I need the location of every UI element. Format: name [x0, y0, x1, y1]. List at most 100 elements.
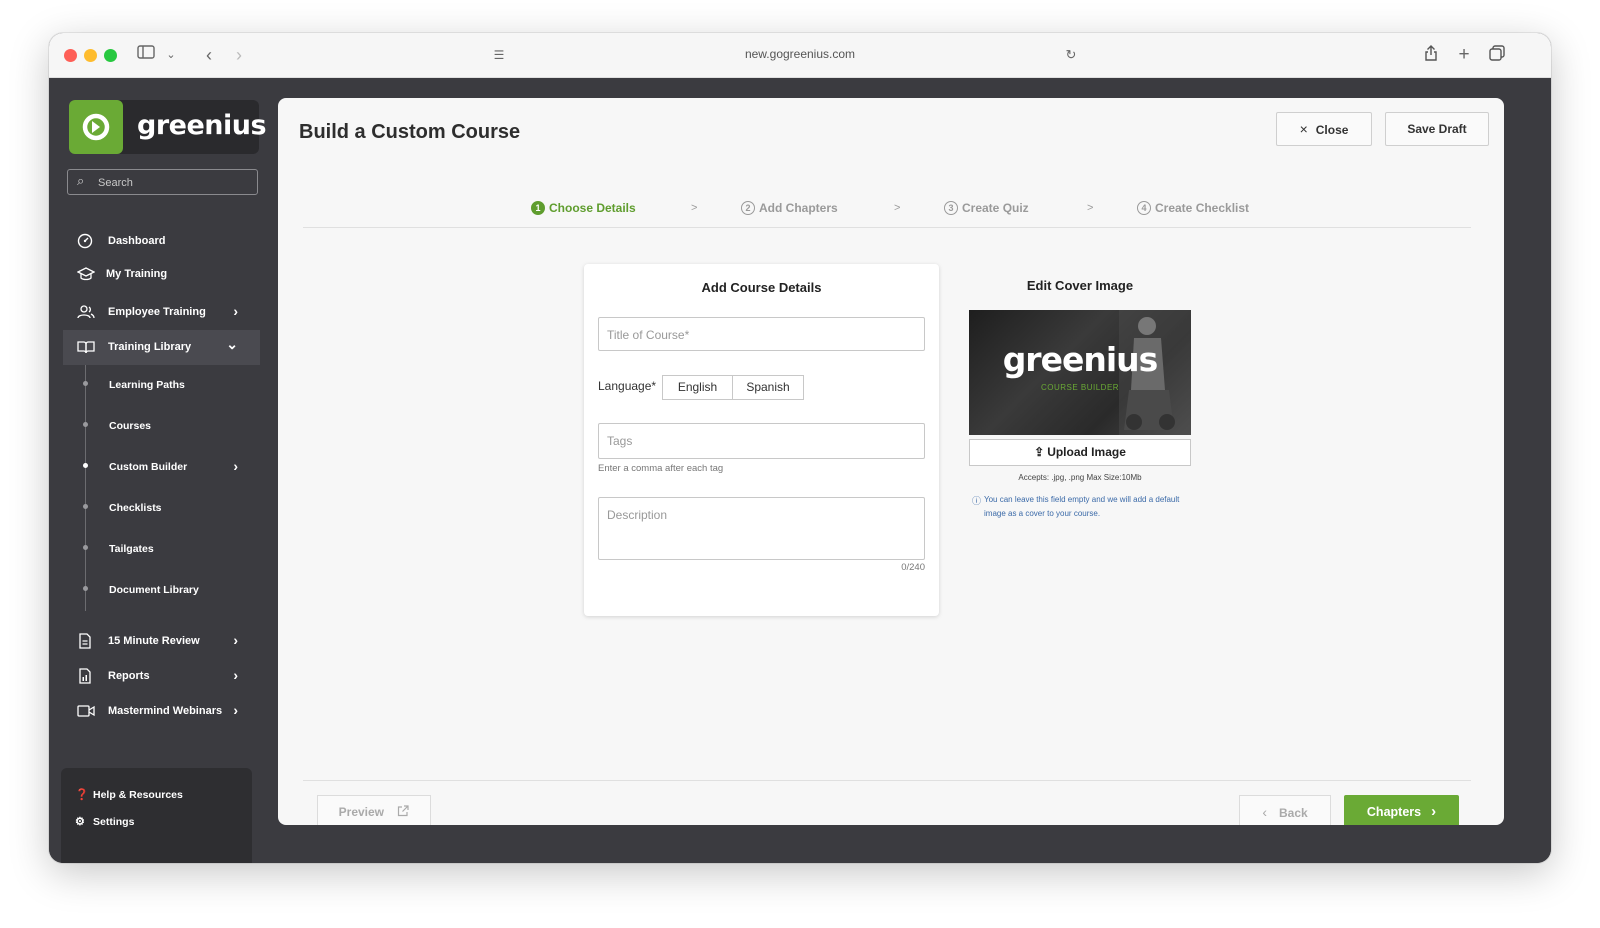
bullet-icon [83, 545, 88, 550]
divider [303, 227, 1471, 228]
step-number: 3 [944, 201, 958, 215]
page-title: Build a Custom Course [299, 121, 521, 143]
upload-icon: ⇪ [1034, 445, 1045, 459]
chevron-right-icon: › [233, 632, 238, 648]
minimize-window-button[interactable] [84, 49, 97, 62]
description-char-count: 0/240 [901, 562, 925, 573]
sidebar-item-label: Mastermind Webinars [108, 705, 223, 717]
forward-nav-icon[interactable]: › [229, 45, 249, 65]
description-placeholder: Description [607, 508, 668, 522]
step-indicator: 1 Choose Details > 2 Add Chapters > 3 Creat… [278, 201, 1504, 221]
back-nav-icon[interactable]: ‹ [199, 45, 219, 65]
sidebar-item-reports[interactable]: Reports › [63, 659, 260, 694]
step-label: Create Quiz [962, 201, 1029, 215]
share-icon[interactable] [1421, 45, 1441, 65]
language-option-label: Spanish [746, 380, 790, 394]
step-separator: > [1087, 202, 1094, 214]
sidebar-item-mastermind-webinars[interactable]: Mastermind Webinars › [63, 694, 260, 729]
cover-image-title: Edit Cover Image [1026, 278, 1134, 293]
description-textarea[interactable]: Description [598, 497, 925, 560]
upload-image-button[interactable]: ⇪ Upload Image [969, 439, 1191, 466]
browser-titlebar: ⌄ ‹ › ☰ new.gogreenius.com ↻ + [49, 33, 1551, 78]
sidebar-subitem-label: Document Library [109, 584, 199, 596]
step-create-quiz[interactable]: 3 Create Quiz [944, 201, 1029, 215]
sidebar-subitem-document-library[interactable]: Document Library [63, 570, 260, 611]
close-label: Close [1315, 123, 1349, 137]
sidebar-item-label: Employee Training [108, 306, 206, 318]
step-separator: > [894, 202, 901, 214]
sidebar-item-15-minute-review[interactable]: 15 Minute Review › [63, 624, 260, 659]
logo-text: greenius [137, 110, 267, 141]
settings-link[interactable]: ⚙ Settings [75, 815, 134, 828]
preview-button[interactable]: Preview [317, 795, 431, 825]
sidebar-subitem-custom-builder[interactable]: Custom Builder › [63, 447, 260, 488]
sidebar-item-label: 15 Minute Review [108, 635, 200, 647]
chevron-right-icon: › [233, 667, 238, 683]
address-bar[interactable]: new.gogreenius.com [49, 47, 1551, 61]
divider [303, 780, 1471, 781]
reader-icon[interactable]: ☰ [489, 45, 509, 65]
sidebar-subitem-label: Custom Builder [109, 461, 188, 473]
sidebar-item-label: Reports [108, 670, 150, 682]
cover-brand-text: greenius [1002, 340, 1159, 379]
save-draft-button[interactable]: Save Draft [1385, 112, 1489, 146]
reload-icon[interactable]: ↻ [1061, 45, 1081, 65]
cover-info-text: You can leave this field empty and we wi… [984, 495, 1180, 518]
search-input[interactable]: ⌕ Search [67, 169, 258, 195]
back-button[interactable]: ‹ Back [1239, 795, 1331, 825]
sidebar-item-label: Dashboard [108, 235, 166, 247]
chevron-right-icon: › [1431, 803, 1437, 820]
language-option-spanish[interactable]: Spanish [732, 375, 804, 400]
greenius-logo[interactable]: greenius [69, 100, 267, 154]
dashboard-icon [77, 233, 95, 251]
zoom-window-button[interactable] [104, 49, 117, 62]
users-icon [77, 304, 95, 322]
new-tab-icon[interactable]: + [1454, 45, 1474, 65]
back-label: Back [1278, 806, 1308, 820]
step-number: 4 [1137, 201, 1151, 215]
course-details-card: Add Course Details Title of Course* Lang… [584, 264, 939, 616]
external-link-icon [397, 805, 409, 819]
settings-label: Settings [93, 816, 135, 828]
tabs-overview-icon[interactable] [1487, 45, 1507, 65]
chevron-right-icon: › [233, 303, 238, 319]
sidebar-item-training-library[interactable]: Training Library ⌄ [63, 330, 260, 365]
close-window-button[interactable] [64, 49, 77, 62]
step-label: Choose Details [549, 201, 636, 215]
sidebar-item-my-training[interactable]: My Training [63, 257, 260, 292]
upload-label: Upload Image [1047, 445, 1126, 459]
browser-window: ⌄ ‹ › ☰ new.gogreenius.com ↻ + greenius … [49, 33, 1551, 863]
sidebar-subitem-learning-paths[interactable]: Learning Paths [63, 365, 260, 406]
bullet-icon [83, 586, 88, 591]
step-choose-details[interactable]: 1 Choose Details [531, 201, 636, 215]
sidebar-item-dashboard[interactable]: Dashboard [63, 224, 260, 259]
step-create-checklist[interactable]: 4 Create Checklist [1137, 201, 1249, 215]
graduation-cap-icon [76, 266, 96, 284]
sidebar-subitem-tailgates[interactable]: Tailgates [63, 529, 260, 570]
sidebar-item-label: My Training [106, 268, 168, 280]
chevron-right-icon: › [233, 702, 238, 718]
step-add-chapters[interactable]: 2 Add Chapters [741, 201, 838, 215]
info-icon: ⓘ [972, 496, 982, 506]
bullet-icon [83, 381, 88, 386]
main-panel: Build a Custom Course × Close Save Draft … [278, 98, 1504, 825]
chapters-next-button[interactable]: Chapters › [1344, 795, 1459, 825]
chevron-left-icon: ‹ [1262, 804, 1267, 820]
close-button[interactable]: × Close [1276, 112, 1372, 146]
step-separator: > [691, 202, 698, 214]
chevron-down-icon[interactable]: ⌄ [161, 45, 181, 65]
sidebar-subitem-label: Checklists [109, 502, 162, 514]
sidebar-subitem-label: Courses [109, 420, 152, 432]
language-option-label: English [677, 380, 718, 394]
sidebar-subitem-courses[interactable]: Courses [63, 406, 260, 447]
course-title-input[interactable]: Title of Course* [598, 317, 925, 351]
sidebar-toggle-icon[interactable] [136, 45, 156, 65]
tags-input[interactable]: Tags [598, 423, 925, 459]
sidebar-item-employee-training[interactable]: Employee Training › [63, 295, 260, 330]
card-title: Add Course Details [701, 280, 822, 295]
help-resources-link[interactable]: ❓ Help & Resources [75, 788, 183, 801]
gear-icon: ⚙ [75, 816, 85, 828]
url-text[interactable]: new.gogreenius.com [745, 47, 855, 61]
language-option-english[interactable]: English [662, 375, 733, 400]
sidebar-subitem-checklists[interactable]: Checklists [63, 488, 260, 529]
